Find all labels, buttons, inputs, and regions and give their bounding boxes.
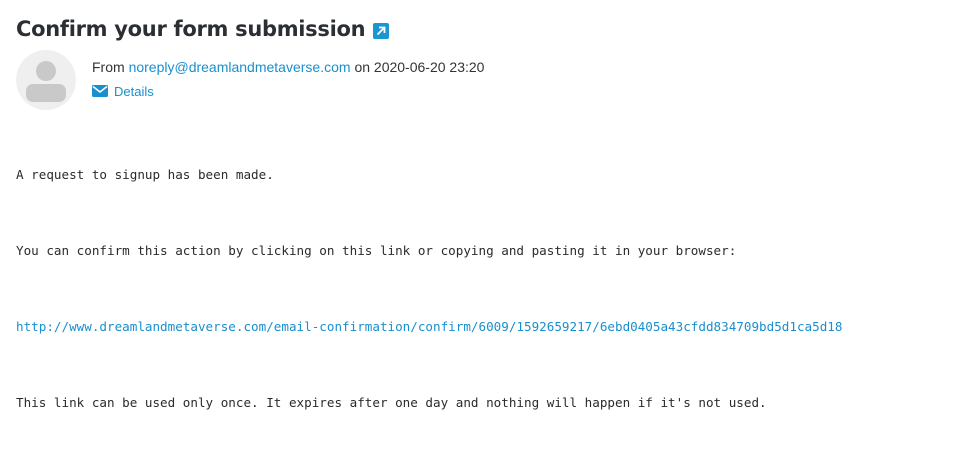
from-prefix: From (92, 59, 125, 75)
details-label[interactable]: Details (114, 84, 154, 99)
email-body: A request to signup has been made. You c… (16, 135, 965, 454)
timestamp: 2020-06-20 23:20 (373, 59, 485, 75)
on-word: on (354, 59, 371, 75)
body-line-expiry: This link can be used only once. It expi… (16, 395, 767, 410)
confirmation-link[interactable]: http://www.dreamlandmetaverse.com/email-… (16, 319, 842, 334)
body-line-request: A request to signup has been made. (16, 167, 274, 182)
sender-meta: From noreply@dreamlandmetaverse.com on 2… (92, 50, 484, 114)
sender-row: From noreply@dreamlandmetaverse.com on 2… (16, 50, 484, 114)
email-subject: Confirm your form submission (16, 17, 366, 41)
title-row: Confirm your form submission (16, 14, 965, 44)
body-line-link: http://www.dreamlandmetaverse.com/email-… (16, 317, 965, 363)
envelope-icon (92, 85, 108, 97)
user-avatar-icon (16, 50, 76, 110)
details-toggle[interactable]: Details (92, 80, 484, 102)
external-link-icon[interactable] (373, 22, 390, 39)
sender-email-link[interactable]: noreply@dreamlandmetaverse.com (129, 59, 351, 75)
body-line-instructions: You can confirm this action by clicking … (16, 243, 737, 258)
email-header: Confirm your form submission From norepl… (16, 14, 965, 110)
from-line: From noreply@dreamlandmetaverse.com on 2… (92, 56, 484, 78)
